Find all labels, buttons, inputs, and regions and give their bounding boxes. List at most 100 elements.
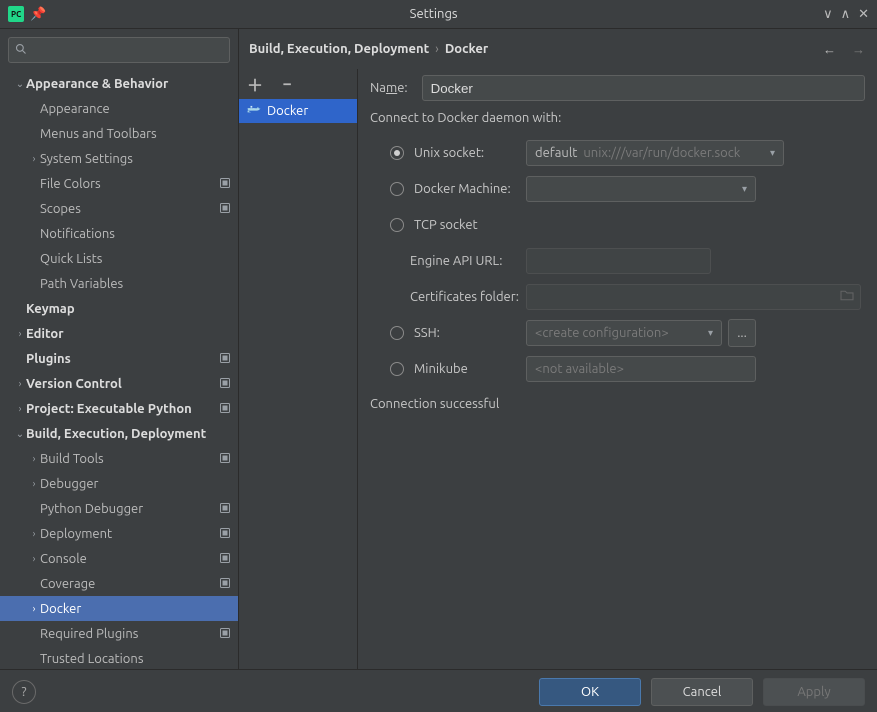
- docker-machine-combo[interactable]: ▾: [526, 176, 756, 202]
- breadcrumb-b: Docker: [445, 42, 488, 56]
- docker-settings-form: Name: Connect to Docker daemon with: Uni…: [358, 69, 877, 669]
- tree-item-debugger[interactable]: ›Debugger: [0, 471, 238, 496]
- tree-item-trusted-locations[interactable]: Trusted Locations: [0, 646, 238, 669]
- chevron-right-icon[interactable]: ›: [14, 328, 26, 339]
- project-scope-icon: [216, 353, 230, 365]
- help-button[interactable]: ?: [12, 680, 36, 704]
- chevron-right-icon[interactable]: ›: [14, 378, 26, 389]
- chevron-right-icon[interactable]: ›: [28, 553, 40, 564]
- engine-api-url-field[interactable]: [526, 248, 711, 274]
- apply-button[interactable]: Apply: [763, 678, 865, 706]
- tree-item-plugins[interactable]: Plugins: [0, 346, 238, 371]
- minimize-button[interactable]: ∨: [823, 7, 833, 22]
- tree-item-label: Required Plugins: [40, 627, 216, 641]
- tree-item-deployment[interactable]: ›Deployment: [0, 521, 238, 546]
- chevron-right-icon[interactable]: ›: [28, 453, 40, 464]
- name-field[interactable]: [422, 75, 865, 101]
- settings-tree: ⌄Appearance & BehaviorAppearanceMenus an…: [0, 71, 238, 669]
- radio-docker-machine[interactable]: [390, 182, 404, 196]
- tree-item-label: Build Tools: [40, 452, 216, 466]
- project-scope-icon: [216, 178, 230, 190]
- radio-tcp-socket[interactable]: [390, 218, 404, 232]
- tree-item-python-debugger[interactable]: Python Debugger: [0, 496, 238, 521]
- tree-item-label: Version Control: [26, 377, 216, 391]
- svg-text:PC: PC: [11, 10, 21, 19]
- tree-item-label: Quick Lists: [40, 252, 216, 266]
- tree-item-project-executable-python[interactable]: ›Project: Executable Python: [0, 396, 238, 421]
- nav-back-button[interactable]: ←: [823, 42, 836, 57]
- project-scope-icon: [216, 553, 230, 565]
- radio-minikube[interactable]: [390, 362, 404, 376]
- tree-item-path-variables[interactable]: Path Variables: [0, 271, 238, 296]
- chevron-down-icon[interactable]: ⌄: [14, 78, 26, 90]
- chevron-right-icon[interactable]: ›: [28, 153, 40, 164]
- config-list-item-docker[interactable]: Docker: [239, 99, 357, 123]
- config-list-item-label: Docker: [267, 104, 308, 118]
- project-scope-icon: [216, 528, 230, 540]
- ssh-more-button[interactable]: ...: [728, 319, 756, 347]
- tree-item-quick-lists[interactable]: Quick Lists: [0, 246, 238, 271]
- tree-item-editor[interactable]: ›Editor: [0, 321, 238, 346]
- tree-item-required-plugins[interactable]: Required Plugins: [0, 621, 238, 646]
- close-button[interactable]: ✕: [858, 7, 869, 22]
- ssh-config-combo[interactable]: <create configuration> ▾: [526, 320, 722, 346]
- tree-item-label: Debugger: [40, 477, 216, 491]
- tree-item-console[interactable]: ›Console: [0, 546, 238, 571]
- tree-item-build-tools[interactable]: ›Build Tools: [0, 446, 238, 471]
- minikube-combo[interactable]: <not available>: [526, 356, 756, 382]
- tree-item-label: Trusted Locations: [40, 652, 216, 666]
- certificates-folder-field[interactable]: [526, 284, 861, 310]
- chevron-right-icon[interactable]: ›: [14, 403, 26, 414]
- settings-tree-scroll[interactable]: ⌄Appearance & BehaviorAppearanceMenus an…: [0, 71, 238, 669]
- nav-forward-button[interactable]: →: [852, 42, 865, 57]
- folder-icon[interactable]: [840, 290, 854, 305]
- tree-item-build-execution-deployment[interactable]: ⌄Build, Execution, Deployment: [0, 421, 238, 446]
- tree-item-scopes[interactable]: Scopes: [0, 196, 238, 221]
- tree-item-label: Keymap: [26, 302, 216, 316]
- unix-socket-combo[interactable]: default unix:///var/run/docker.sock ▾: [526, 140, 784, 166]
- ssh-config-placeholder: <create configuration>: [535, 326, 669, 340]
- titlebar: PC 📌 Settings ∨ ∧ ✕: [0, 0, 877, 29]
- tree-item-label: Appearance: [40, 102, 216, 116]
- chevron-down-icon[interactable]: ⌄: [14, 428, 26, 440]
- tree-item-label: Plugins: [26, 352, 216, 366]
- tree-item-appearance[interactable]: Appearance: [0, 96, 238, 121]
- remove-config-button[interactable]: −: [279, 76, 295, 92]
- chevron-down-icon: ▾: [708, 327, 713, 339]
- project-scope-icon: [216, 453, 230, 465]
- chevron-right-icon[interactable]: ›: [28, 478, 40, 489]
- add-config-button[interactable]: ＋: [247, 76, 263, 92]
- tree-item-appearance-behavior[interactable]: ⌄Appearance & Behavior: [0, 71, 238, 96]
- tree-item-label: Appearance & Behavior: [26, 77, 216, 91]
- cancel-button[interactable]: Cancel: [651, 678, 753, 706]
- tree-item-docker[interactable]: ›Docker: [0, 596, 238, 621]
- tree-item-label: File Colors: [40, 177, 216, 191]
- project-scope-icon: [216, 628, 230, 640]
- tree-item-keymap[interactable]: Keymap: [0, 296, 238, 321]
- tree-item-system-settings[interactable]: ›System Settings: [0, 146, 238, 171]
- chevron-down-icon: ▾: [770, 147, 775, 159]
- tree-item-menus-and-toolbars[interactable]: Menus and Toolbars: [0, 121, 238, 146]
- tree-item-version-control[interactable]: ›Version Control: [0, 371, 238, 396]
- pin-icon[interactable]: 📌: [30, 7, 46, 22]
- unix-socket-value: default: [535, 146, 577, 160]
- radio-docker-machine-label: Docker Machine:: [414, 182, 526, 196]
- radio-unix-socket[interactable]: [390, 146, 404, 160]
- tree-item-coverage[interactable]: Coverage: [0, 571, 238, 596]
- unix-socket-path: unix:///var/run/docker.sock: [583, 146, 740, 160]
- chevron-right-icon[interactable]: ›: [28, 603, 40, 614]
- search-icon: [15, 43, 27, 58]
- tree-item-label: Menus and Toolbars: [40, 127, 216, 141]
- radio-ssh[interactable]: [390, 326, 404, 340]
- tree-item-notifications[interactable]: Notifications: [0, 221, 238, 246]
- project-scope-icon: [216, 378, 230, 390]
- ok-button[interactable]: OK: [539, 678, 641, 706]
- breadcrumb-a[interactable]: Build, Execution, Deployment: [249, 42, 429, 56]
- search-input[interactable]: [8, 37, 230, 63]
- tree-item-label: System Settings: [40, 152, 216, 166]
- maximize-button[interactable]: ∧: [841, 7, 851, 22]
- chevron-right-icon[interactable]: ›: [28, 528, 40, 539]
- tree-item-label: Python Debugger: [40, 502, 216, 516]
- tree-item-file-colors[interactable]: File Colors: [0, 171, 238, 196]
- docker-icon: [247, 104, 261, 119]
